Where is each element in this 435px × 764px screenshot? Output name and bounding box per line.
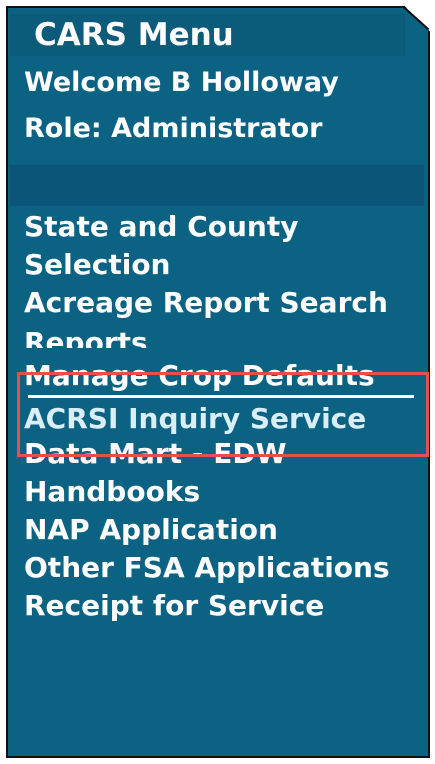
welcome-text: Welcome B Holloway (24, 67, 339, 98)
menu-item-handbooks[interactable]: Handbooks (24, 473, 420, 511)
menu-title: CARS Menu (10, 14, 405, 56)
menu-item-reports[interactable]: Reports (24, 322, 420, 348)
menu-item-other-fsa-applications[interactable]: Other FSA Applications (24, 549, 420, 587)
menu-divider-band (10, 165, 424, 206)
menu-item-receipt-for-service[interactable]: Receipt for Service (24, 587, 420, 625)
menu-item-state-and-county-selection[interactable]: State and County Selection (24, 208, 420, 284)
role-text: Role: Administrator (24, 113, 323, 144)
menu-item-manage-crop-defaults[interactable]: Manage Crop Defaults (24, 352, 420, 400)
menu-item-acrsi-inquiry-service[interactable]: ACRSI Inquiry Service (24, 406, 420, 435)
menu-item-nap-application[interactable]: NAP Application (24, 511, 420, 549)
menu-item-acreage-report-search[interactable]: Acreage Report Search (24, 284, 420, 322)
menu-item-data-mart-edw[interactable]: Data Mart - EDW (24, 435, 420, 473)
manage-crop-defaults-label: Manage Crop Defaults (24, 359, 375, 392)
menu-list: State and County Selection Acreage Repor… (24, 208, 420, 625)
selected-underline (28, 395, 414, 398)
